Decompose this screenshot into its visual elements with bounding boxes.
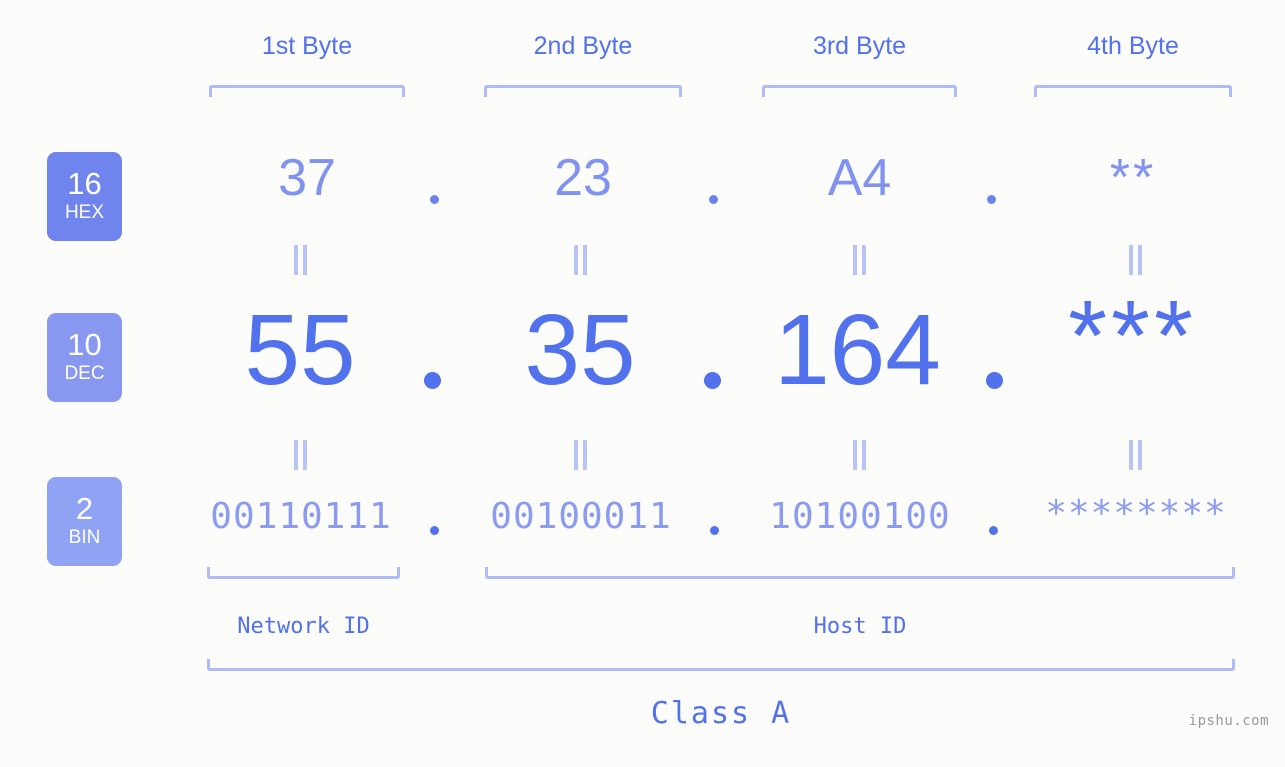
bin-byte-2: 00100011 <box>490 496 672 537</box>
equals-icon-6 <box>573 440 588 470</box>
hex-dot-3 <box>987 195 996 204</box>
equals-icon-1 <box>293 245 308 275</box>
watermark: ipshu.com <box>1188 713 1269 729</box>
dec-dot-1 <box>424 372 441 389</box>
base-badge-hex: 16 HEX <box>47 152 122 241</box>
bin-byte-1: 00110111 <box>210 496 392 537</box>
base-badge-hex-number: 16 <box>67 165 102 201</box>
hex-dot-1 <box>430 195 439 204</box>
base-badge-bin-label: BIN <box>68 527 101 549</box>
equals-icon-5 <box>293 440 308 470</box>
dec-byte-4: *** <box>1068 280 1197 392</box>
bin-byte-4: ******** <box>1045 493 1227 534</box>
hex-byte-4: ** <box>1109 149 1157 207</box>
bin-byte-3: 10100100 <box>769 496 951 537</box>
bin-dot-3 <box>989 526 998 535</box>
base-badge-dec-number: 10 <box>67 326 102 362</box>
equals-icon-8 <box>1128 440 1143 470</box>
byte-header-1: 1st Byte <box>261 32 353 60</box>
equals-icon-3 <box>852 245 867 275</box>
bin-dot-1 <box>430 526 439 535</box>
host-id-bracket <box>485 567 1235 579</box>
network-id-bracket <box>207 567 400 579</box>
equals-icon-4 <box>1128 245 1143 275</box>
network-id-label: Network ID <box>237 614 370 639</box>
hex-dot-2 <box>709 195 718 204</box>
base-badge-bin: 2 BIN <box>47 477 122 566</box>
byte-header-4: 4th Byte <box>1087 32 1179 60</box>
base-badge-hex-label: HEX <box>64 202 105 224</box>
byte-bracket-3 <box>762 85 957 97</box>
byte-bracket-2 <box>484 85 682 97</box>
base-badge-bin-number: 2 <box>75 490 94 526</box>
byte-header-3: 3rd Byte <box>812 32 907 60</box>
bin-dot-2 <box>710 526 719 535</box>
byte-bracket-1 <box>209 85 405 97</box>
equals-icon-7 <box>852 440 867 470</box>
byte-header-2: 2nd Byte <box>533 32 633 60</box>
dec-dot-3 <box>986 372 1003 389</box>
hex-byte-3: A4 <box>827 149 892 207</box>
base-badge-dec-label: DEC <box>64 363 105 385</box>
dec-byte-2: 35 <box>524 294 636 406</box>
base-badge-dec: 10 DEC <box>47 313 122 402</box>
dec-byte-3: 164 <box>774 294 941 406</box>
dec-byte-1: 55 <box>244 294 356 406</box>
dec-dot-2 <box>704 372 721 389</box>
hex-byte-1: 37 <box>278 149 336 207</box>
equals-icon-2 <box>573 245 588 275</box>
class-bracket <box>207 659 1235 671</box>
class-label: Class A <box>650 696 792 731</box>
host-id-label: Host ID <box>813 614 907 639</box>
hex-byte-2: 23 <box>554 149 612 207</box>
byte-bracket-4 <box>1034 85 1232 97</box>
